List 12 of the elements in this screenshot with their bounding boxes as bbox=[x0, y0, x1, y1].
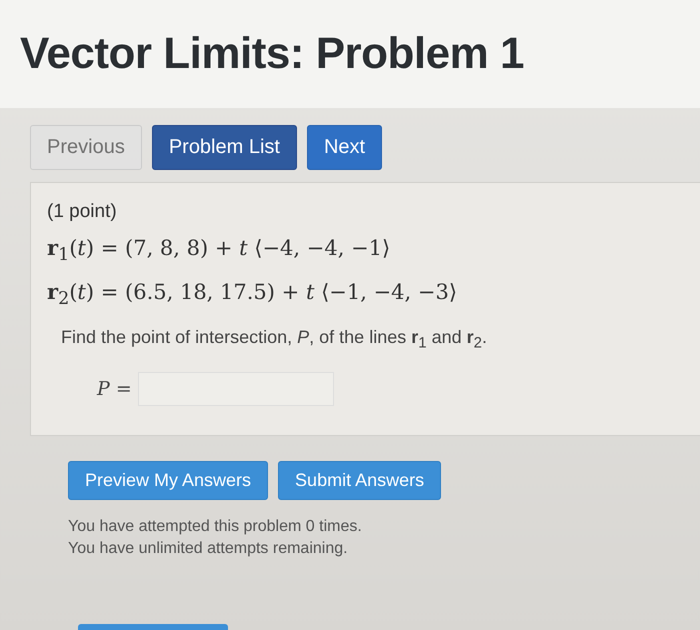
status-message: You have unlimited attempts remaining. bbox=[68, 540, 349, 558]
page-title: Vector Limits: Problem 1 bbox=[20, 29, 524, 79]
equation: r$_{1}$(t) = (7, 8, 8) + t ⟨−4, −4, −1⟩ bbox=[47, 235, 392, 266]
answer-label: P = bbox=[97, 378, 132, 400]
problem-prompt: Find the point of intersection, P, of the lines r$_{1}$ and r$_{2}$. bbox=[61, 327, 488, 352]
action-button[interactable]: Preview My Answers bbox=[68, 461, 268, 500]
action-button[interactable]: Submit Answers bbox=[278, 461, 442, 500]
points-text: (1 point) bbox=[47, 201, 118, 223]
status-message: You have attempted this problem 0 times. bbox=[68, 518, 363, 536]
nav-button[interactable]: Next bbox=[306, 125, 382, 170]
equation: r$_{2}$(t) = (6.5, 18, 17.5) + t ⟨−1, −4, −3⟩ bbox=[47, 279, 458, 310]
nav-button[interactable]: Problem List bbox=[152, 125, 297, 170]
